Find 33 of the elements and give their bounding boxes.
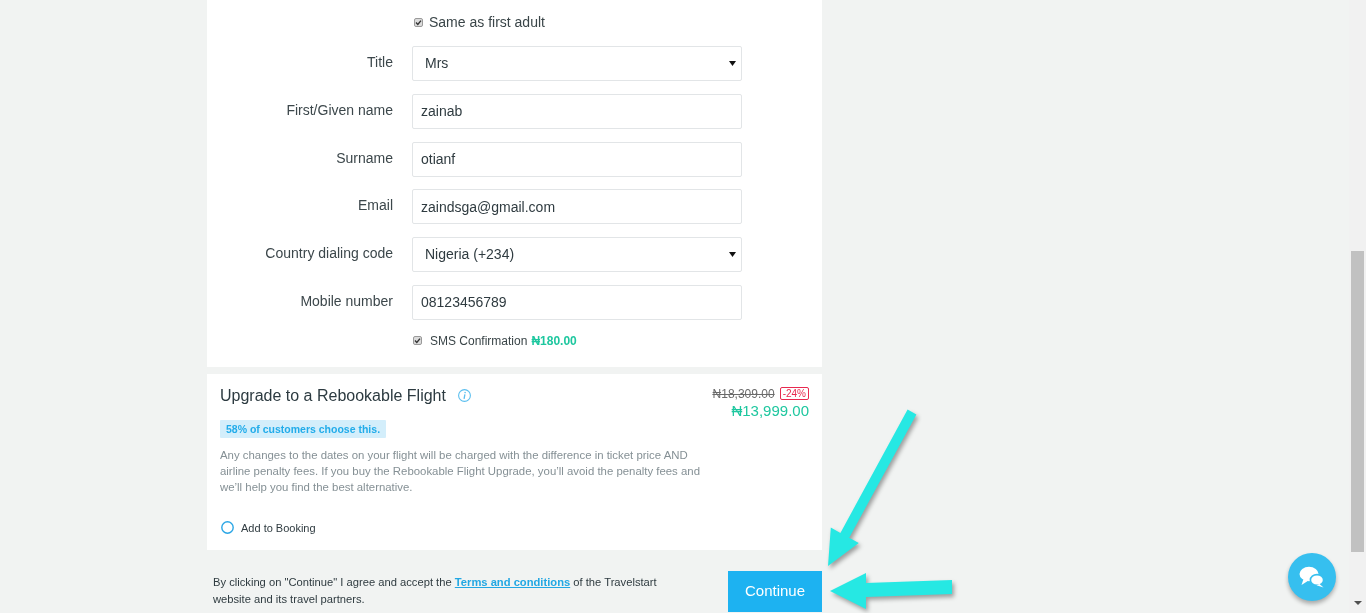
terms-notice: By clicking on "Continue" I agree and accept the Terms and conditions of the Travelstart website and its travel partners. (212, 575, 658, 607)
original-price: ₦18,309.00 (712, 386, 775, 402)
scrollbar-thumb[interactable] (1351, 251, 1364, 552)
upgrade-description: Any changes to the dates on your flight will be charged with the difference in ticket price AND airline penalty fees. If you buy the Rebookable Flight Upgrade, you’ll avoid the penalty fees and we’ll help you find the best alternative. (220, 448, 701, 495)
speech-bubbles-icon (1299, 566, 1325, 588)
checkbox[interactable] (414, 17, 423, 27)
scroll-down-icon[interactable] (1353, 601, 1362, 605)
checkbox[interactable] (413, 336, 422, 346)
radio-button[interactable] (221, 521, 234, 535)
chat-button[interactable] (1288, 553, 1336, 601)
popularity-badge: 58% of customers choose this. (220, 420, 387, 438)
text-field[interactable]: zaindsga@gmail.com (412, 189, 742, 225)
checkbox-label: Same as first adult (429, 14, 545, 30)
field-label: First/Given name (286, 100, 393, 120)
field-label: Title (367, 53, 393, 72)
select-field[interactable]: Mrs (412, 46, 742, 81)
option-label: Add to Booking (241, 521, 316, 535)
discount-badge: -24% (779, 387, 809, 401)
caret-icon (729, 252, 736, 258)
text-field[interactable]: otianf (412, 141, 742, 177)
text-field[interactable]: 08123456789 (412, 285, 742, 320)
field-label: Mobile number (300, 292, 393, 311)
upgrade-title: Upgrade to a Rebookable Flight (220, 386, 446, 406)
info-icon[interactable] (457, 389, 471, 403)
upgrade-price: ₦13,999.00 (730, 402, 809, 420)
field-label: Country dialing code (265, 244, 393, 264)
sms-confirmation-label: SMS Confirmation (430, 334, 528, 348)
select-field[interactable]: Nigeria (+234) (412, 237, 742, 273)
field-label: Email (358, 196, 393, 216)
sms-price: ₦180.00 (531, 334, 577, 348)
field-label: Surname (336, 148, 393, 168)
caret-icon (729, 61, 736, 66)
text-field[interactable]: zainab (412, 93, 742, 129)
